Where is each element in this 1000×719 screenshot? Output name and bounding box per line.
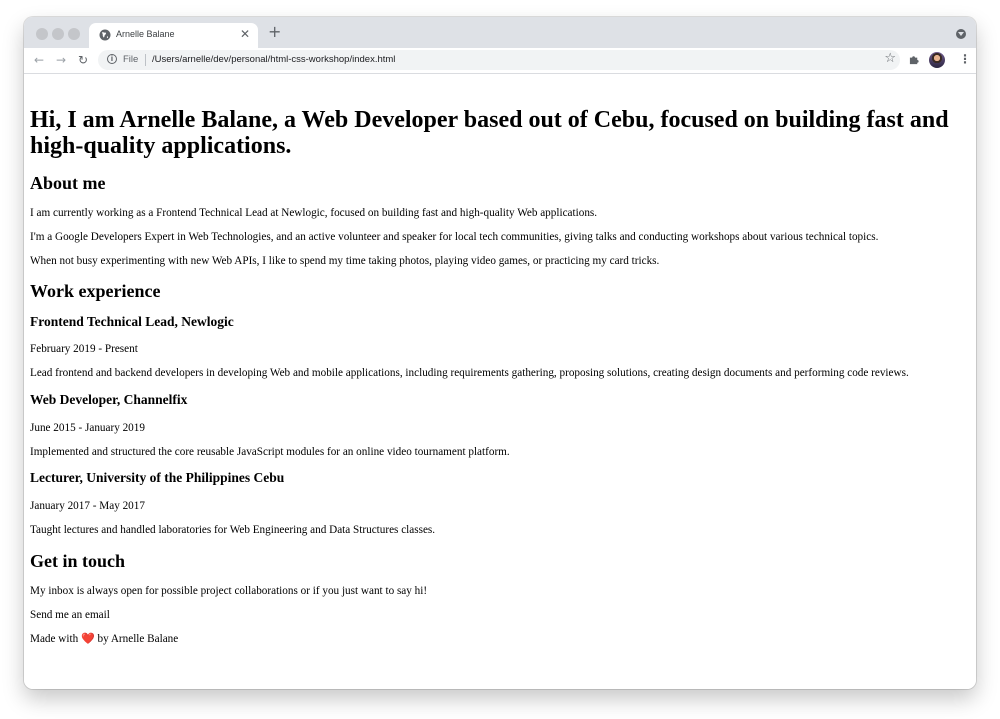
back-button[interactable]: ← — [34, 52, 44, 68]
browser-window: Arnelle Balane ✕ + ← → ↻ i File /Users/a… — [24, 17, 976, 689]
browser-menu-icon[interactable]: ⋮ — [959, 51, 971, 67]
page-heading: Hi, I am Arnelle Balane, a Web Developer… — [30, 107, 949, 159]
tab-arnelle-balane[interactable]: Arnelle Balane ✕ — [89, 23, 258, 48]
extensions-puzzle-icon[interactable] — [909, 54, 920, 65]
job-title: Lecturer, University of the Philippines … — [30, 470, 285, 485]
minimize-window-button[interactable] — [52, 28, 64, 40]
job-description: Taught lectures and handled laboratories… — [30, 524, 436, 536]
close-window-button[interactable] — [36, 28, 48, 40]
globe-icon — [99, 29, 111, 41]
address-bar[interactable]: i File /Users/arnelle/dev/personal/html-… — [98, 50, 900, 70]
footer-prefix: Made with — [30, 633, 79, 645]
scheme-label: File — [123, 54, 139, 65]
scheme-separator — [145, 54, 146, 66]
close-tab-icon[interactable]: ✕ — [240, 27, 250, 41]
url-text[interactable]: /Users/arnelle/dev/personal/html-css-wor… — [152, 54, 395, 65]
about-paragraph: When not busy experimenting with new Web… — [30, 255, 660, 267]
job-description: Implemented and structured the core reus… — [30, 446, 510, 458]
job-title: Web Developer, Channelfix — [30, 392, 188, 407]
bookmark-star-icon[interactable]: ☆ — [884, 51, 896, 66]
profile-avatar[interactable] — [929, 52, 945, 68]
maximize-window-button[interactable] — [68, 28, 80, 40]
about-heading: About me — [30, 173, 106, 193]
page-content: Hi, I am Arnelle Balane, a Web Developer… — [24, 74, 976, 689]
footer-suffix: by Arnelle Balane — [97, 633, 179, 645]
tab-strip: Arnelle Balane ✕ + — [24, 17, 976, 48]
footer: Made with ❤️ by Arnelle Balane — [30, 632, 178, 646]
browser-toolbar: ← → ↻ i File /Users/arnelle/dev/personal… — [24, 48, 976, 74]
job-title: Frontend Technical Lead, Newlogic — [30, 314, 234, 329]
heart-icon: ❤️ — [80, 632, 95, 645]
forward-button[interactable]: → — [56, 52, 66, 68]
job-period: January 2017 - May 2017 — [30, 500, 145, 512]
job-period: June 2015 - January 2019 — [30, 422, 145, 434]
tab-title: Arnelle Balane — [116, 29, 175, 39]
new-tab-button[interactable]: + — [268, 24, 281, 40]
contact-heading: Get in touch — [30, 551, 126, 571]
tab-search-icon[interactable] — [956, 29, 966, 39]
job-description: Lead frontend and backend developers in … — [30, 367, 909, 379]
work-heading: Work experience — [30, 281, 161, 301]
about-paragraph: I am currently working as a Frontend Tec… — [30, 207, 598, 219]
contact-text: My inbox is always open for possible pro… — [30, 585, 428, 597]
info-icon[interactable]: i — [107, 54, 117, 64]
email-link[interactable]: Send me an email — [30, 608, 110, 622]
about-paragraph: I'm a Google Developers Expert in Web Te… — [30, 231, 879, 243]
reload-button[interactable]: ↻ — [78, 52, 88, 68]
job-period: February 2019 - Present — [30, 343, 138, 355]
